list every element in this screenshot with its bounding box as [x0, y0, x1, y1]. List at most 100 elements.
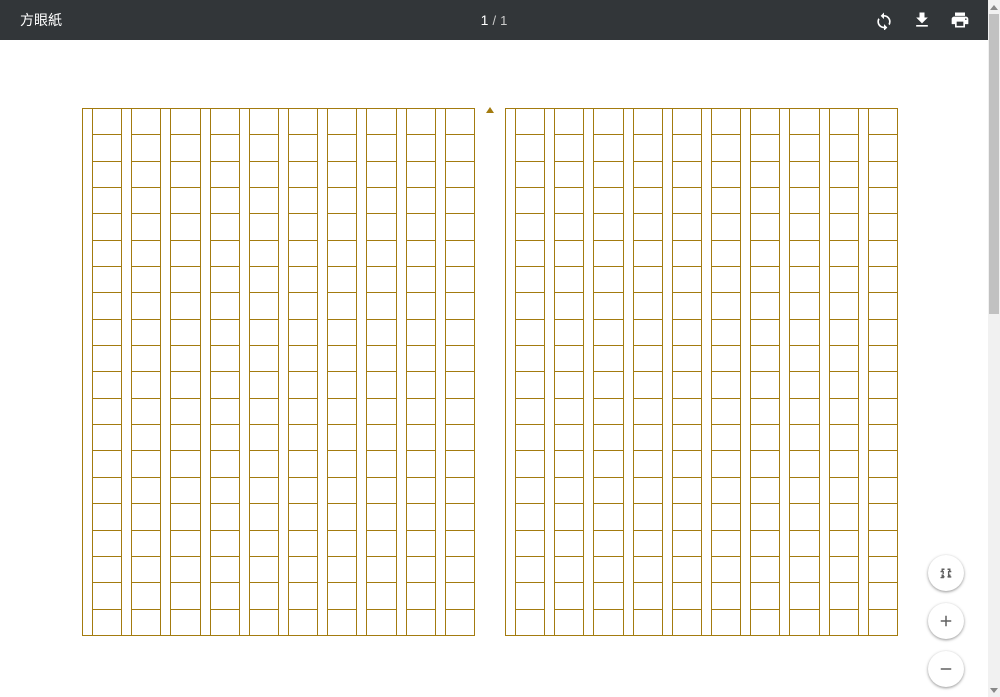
genko-furigana-gutter	[397, 109, 407, 635]
genko-cell	[446, 320, 474, 346]
genko-cell	[869, 346, 897, 372]
genko-cell	[132, 241, 160, 267]
genko-column	[397, 109, 436, 635]
genko-cell	[250, 372, 278, 398]
print-icon[interactable]	[950, 10, 970, 30]
genko-cell	[93, 135, 121, 161]
genko-cell	[594, 135, 622, 161]
genko-cell	[634, 372, 662, 398]
genko-cell	[830, 372, 858, 398]
genko-cell	[634, 188, 662, 214]
genko-cell	[712, 346, 740, 372]
genko-cell	[171, 293, 199, 319]
genko-furigana-gutter	[357, 109, 367, 635]
genko-cell	[516, 267, 544, 293]
genko-column	[702, 109, 741, 635]
genko-cell	[869, 557, 897, 583]
genko-cell	[634, 451, 662, 477]
genko-furigana-gutter	[584, 109, 594, 635]
genko-cell	[211, 346, 239, 372]
floating-controls	[928, 555, 964, 687]
genko-cell	[289, 346, 317, 372]
genko-cell	[751, 478, 779, 504]
genko-cell	[250, 451, 278, 477]
genko-block	[505, 108, 898, 636]
genko-cell	[446, 135, 474, 161]
genko-cell	[132, 504, 160, 530]
genko-cell	[171, 188, 199, 214]
genko-cell	[634, 531, 662, 557]
window-scrollbar[interactable]	[988, 0, 1000, 697]
genko-cell	[367, 346, 395, 372]
genko-cell	[328, 399, 356, 425]
genko-cell	[211, 214, 239, 240]
genko-cells	[328, 109, 356, 635]
genko-cell	[367, 293, 395, 319]
genko-cell	[407, 346, 435, 372]
genko-cell	[367, 504, 395, 530]
genko-cell	[93, 293, 121, 319]
genko-cell	[93, 478, 121, 504]
genko-cell	[790, 425, 818, 451]
genko-cell	[790, 320, 818, 346]
genko-cell	[211, 109, 239, 135]
genko-cell	[367, 188, 395, 214]
genko-cell	[555, 478, 583, 504]
genko-cell	[132, 135, 160, 161]
genko-cell	[132, 399, 160, 425]
genko-cell	[869, 135, 897, 161]
genko-cell	[594, 241, 622, 267]
rotate-icon[interactable]	[874, 10, 894, 30]
genko-cell	[446, 346, 474, 372]
genko-cell	[712, 557, 740, 583]
genko-cell	[555, 504, 583, 530]
genko-cell	[516, 135, 544, 161]
page-area[interactable]	[0, 40, 988, 697]
genko-cell	[132, 451, 160, 477]
genko-cell	[712, 451, 740, 477]
genko-cell	[712, 504, 740, 530]
genko-cell	[367, 162, 395, 188]
genko-cell	[673, 451, 701, 477]
genko-column	[624, 109, 663, 635]
genko-cell	[407, 583, 435, 609]
genko-cell	[673, 214, 701, 240]
genko-cell	[407, 241, 435, 267]
genko-cell	[790, 583, 818, 609]
genko-cell	[446, 188, 474, 214]
scroll-thumb[interactable]	[989, 14, 999, 314]
genko-furigana-gutter	[820, 109, 830, 635]
genko-cell	[289, 214, 317, 240]
fit-page-button[interactable]	[928, 555, 964, 591]
genko-cell	[830, 583, 858, 609]
zoom-out-button[interactable]	[928, 651, 964, 687]
scroll-down-button[interactable]	[988, 683, 1000, 697]
genko-cell	[132, 162, 160, 188]
genko-cell	[673, 399, 701, 425]
genko-cell	[712, 293, 740, 319]
genko-cell	[869, 241, 897, 267]
genko-cell	[171, 504, 199, 530]
zoom-in-button[interactable]	[928, 603, 964, 639]
genko-cell	[171, 346, 199, 372]
genko-cell	[446, 293, 474, 319]
genko-cell	[830, 557, 858, 583]
genko-cell	[634, 478, 662, 504]
genko-cell	[830, 188, 858, 214]
scroll-up-button[interactable]	[988, 0, 1000, 14]
download-icon[interactable]	[912, 10, 932, 30]
genko-cell	[712, 214, 740, 240]
genko-cell	[830, 135, 858, 161]
genko-cell	[673, 610, 701, 635]
genko-cell	[250, 188, 278, 214]
genko-cell	[751, 188, 779, 214]
genko-cell	[132, 583, 160, 609]
genko-cell	[211, 557, 239, 583]
genko-cell	[250, 214, 278, 240]
document-page	[0, 40, 988, 697]
genko-cell	[93, 267, 121, 293]
genko-cell	[446, 267, 474, 293]
genko-cell	[869, 109, 897, 135]
genko-cell	[171, 241, 199, 267]
genko-cell	[751, 557, 779, 583]
